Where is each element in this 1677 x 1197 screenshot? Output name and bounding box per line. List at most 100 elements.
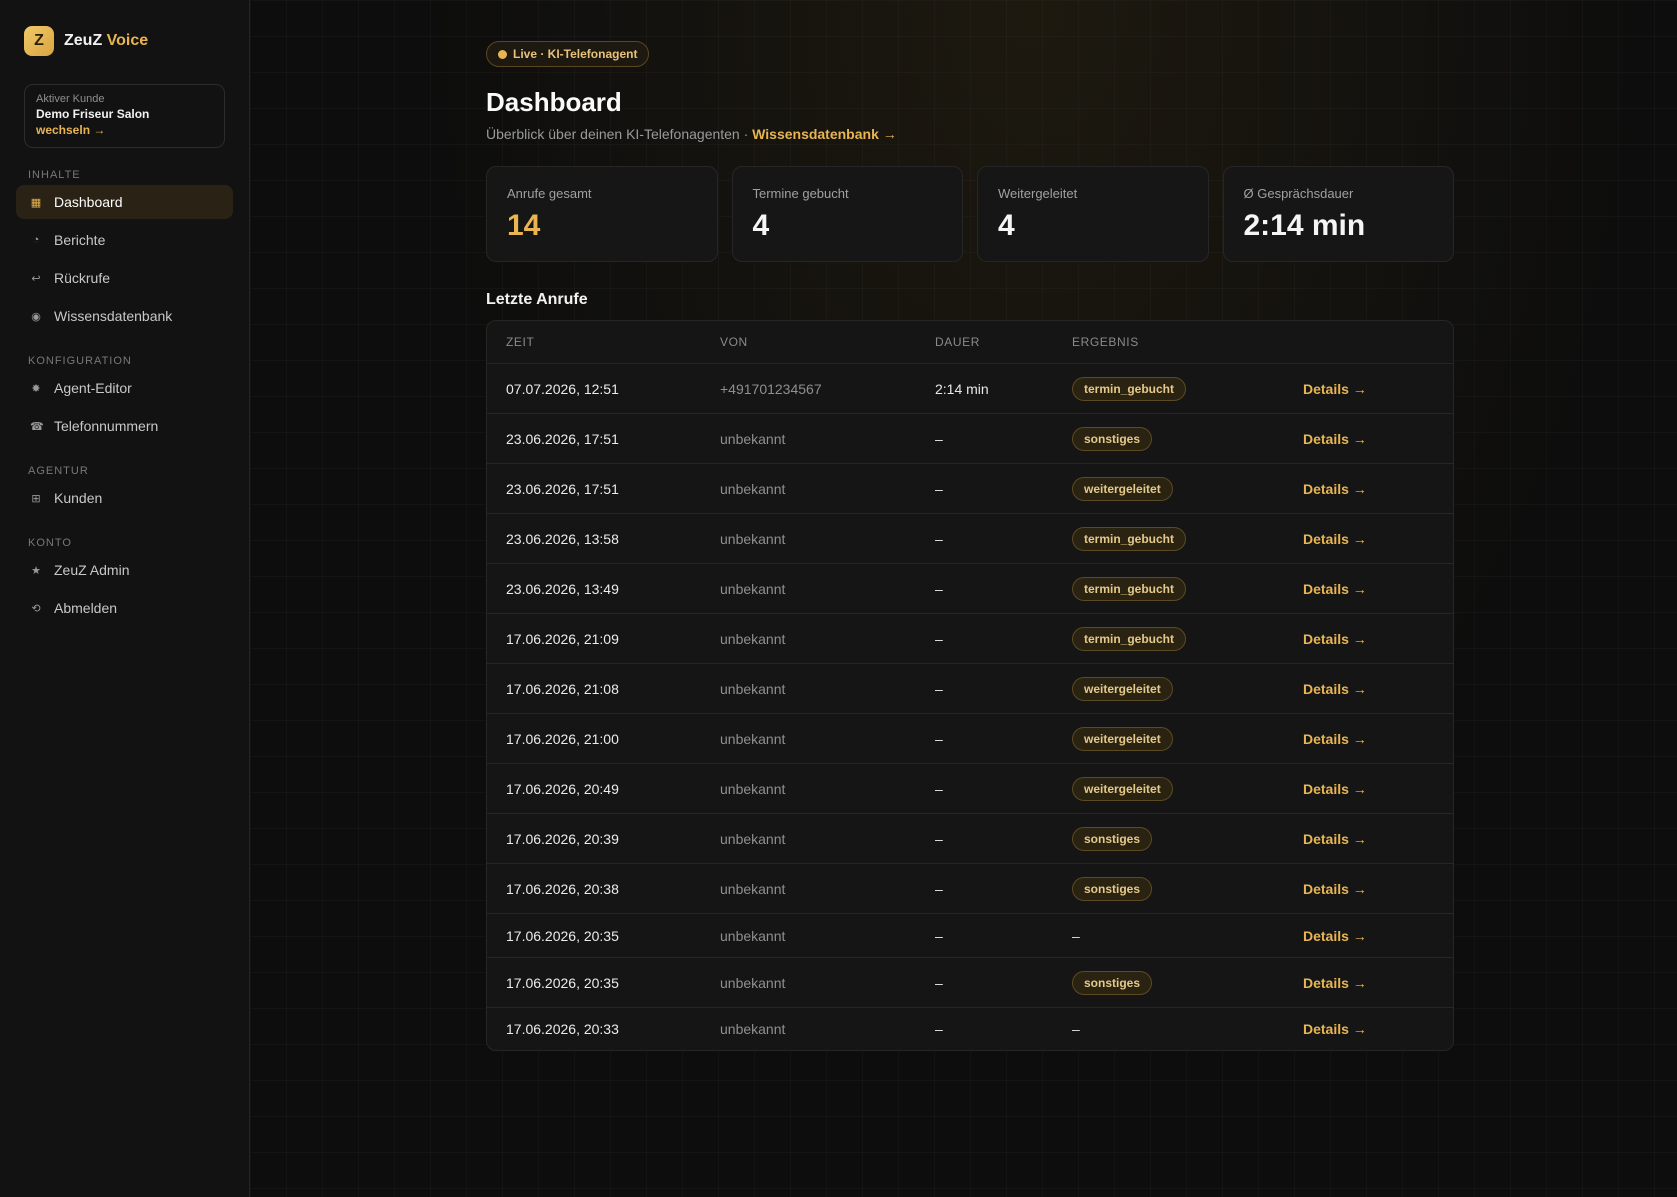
call-duration: –	[935, 581, 1072, 597]
details-link[interactable]: Details →	[1303, 481, 1367, 497]
sidebar-item-label: Abmelden	[54, 600, 117, 616]
table-row[interactable]: 17.06.2026, 20:39unbekannt–sonstiges Deta…	[487, 813, 1453, 863]
sidebar-item-label: Wissensdatenbank	[54, 308, 172, 324]
call-from: unbekannt	[720, 631, 935, 647]
table-row[interactable]: 17.06.2026, 20:35unbekannt–sonstigesDeta…	[487, 957, 1453, 1007]
stat-value: 14	[507, 209, 697, 243]
details-link[interactable]: Details →	[1303, 781, 1367, 797]
call-result-cell: weitergeleitet	[1072, 727, 1303, 751]
sidebar-item-zeuz-admin[interactable]: ★ZeuZ Admin	[16, 553, 233, 587]
call-time: 17.06.2026, 20:49	[487, 781, 720, 797]
call-result-cell: sonstiges	[1072, 971, 1303, 995]
logout-icon: ⟲	[30, 602, 42, 615]
subtitle-text: Überblick über deinen KI-Telefonagenten …	[486, 126, 748, 142]
details-link[interactable]: Details →	[1303, 631, 1367, 647]
result-empty: –	[1072, 1021, 1080, 1037]
sidebar-item-label: Dashboard	[54, 194, 123, 210]
call-time: 17.06.2026, 20:38	[487, 881, 720, 897]
stat-label: Anrufe gesamt	[507, 186, 697, 201]
call-actions-cell: Details →	[1303, 381, 1453, 397]
result-tag: weitergeleitet	[1072, 777, 1173, 801]
table-row[interactable]: 23.06.2026, 17:51unbekannt–weitergeleite…	[487, 463, 1453, 513]
table-row[interactable]: 17.06.2026, 20:38unbekannt–sonstigesDeta…	[487, 863, 1453, 913]
call-actions-cell: Details →	[1303, 431, 1453, 447]
table-row[interactable]: 17.06.2026, 20:49unbekannt–weitergeleite…	[487, 763, 1453, 813]
return-arrow-icon: ↩	[30, 272, 42, 285]
details-link[interactable]: Details →	[1303, 381, 1367, 397]
table-row[interactable]: 17.06.2026, 21:08unbekannt–weitergeleite…	[487, 663, 1453, 713]
call-time: 17.06.2026, 21:08	[487, 681, 720, 697]
column-header-duration: DAUER	[935, 335, 1072, 349]
live-badge-label: Live · KI-Telefonagent	[513, 47, 637, 61]
sidebar-item-kunden[interactable]: ⊞Kunden	[16, 481, 233, 515]
table-row[interactable]: 23.06.2026, 13:58unbekannt–termin_gebuch…	[487, 513, 1453, 563]
call-duration: –	[935, 831, 1072, 847]
call-duration: –	[935, 781, 1072, 797]
call-duration: –	[935, 1021, 1072, 1037]
call-time: 23.06.2026, 17:51	[487, 481, 720, 497]
call-from: unbekannt	[720, 975, 935, 991]
call-result-cell: weitergeleitet	[1072, 477, 1303, 501]
details-link[interactable]: Details →	[1303, 581, 1367, 597]
details-link[interactable]: Details →	[1303, 431, 1367, 447]
sidebar-item-dashboard[interactable]: ▦Dashboard	[16, 185, 233, 219]
sidebar-item-rückrufe[interactable]: ↩Rückrufe	[16, 261, 233, 295]
table-row[interactable]: 17.06.2026, 20:35unbekannt––Details →	[487, 913, 1453, 957]
nav-section-title: KONFIGURATION	[16, 355, 233, 367]
sparkle-icon: ✸	[30, 382, 42, 395]
sidebar-item-berichte[interactable]: ◔Berichte	[16, 223, 233, 257]
table-header: ZEIT VON DAUER ERGEBNIS	[487, 321, 1453, 363]
stat-value: 4	[753, 209, 943, 243]
column-header-result: ERGEBNIS	[1072, 335, 1303, 349]
brand-name-main: ZeuZ	[64, 32, 102, 49]
brand-logo: Z	[24, 26, 54, 56]
nav-section-title: KONTO	[16, 537, 233, 549]
call-actions-cell: Details →	[1303, 928, 1453, 944]
result-tag: sonstiges	[1072, 827, 1152, 851]
page-title: Dashboard	[486, 87, 1454, 118]
call-time: 17.06.2026, 20:39	[487, 831, 720, 847]
brand[interactable]: Z ZeuZ Voice	[16, 26, 233, 56]
call-actions-cell: Details →	[1303, 731, 1453, 747]
call-duration: –	[935, 731, 1072, 747]
result-tag: termin_gebucht	[1072, 577, 1186, 601]
details-link[interactable]: Details →	[1303, 531, 1367, 547]
call-actions-cell: Details →	[1303, 631, 1453, 647]
result-tag: termin_gebucht	[1072, 627, 1186, 651]
star-icon: ★	[30, 564, 42, 577]
call-result-cell: termin_gebucht	[1072, 577, 1303, 601]
sidebar-item-agent-editor[interactable]: ✸Agent-Editor	[16, 371, 233, 405]
call-duration: –	[935, 481, 1072, 497]
sidebar-item-telefonnummern[interactable]: ☎Telefonnummern	[16, 409, 233, 443]
squares-icon: ⊞	[30, 492, 42, 505]
table-row[interactable]: 17.06.2026, 21:00unbekannt–weitergeleite…	[487, 713, 1453, 763]
call-from: unbekannt	[720, 431, 935, 447]
call-result-cell: weitergeleitet	[1072, 777, 1303, 801]
table-row[interactable]: 17.06.2026, 20:33unbekannt––Details →	[487, 1007, 1453, 1050]
table-row[interactable]: 07.07.2026, 12:51+4917012345672:14 minte…	[487, 363, 1453, 413]
details-link[interactable]: Details →	[1303, 881, 1367, 897]
table-row[interactable]: 23.06.2026, 17:51unbekannt–sonstigesDeta…	[487, 413, 1453, 463]
sidebar-item-wissensdatenbank[interactable]: ◉Wissensdatenbank	[16, 299, 233, 333]
result-empty: –	[1072, 928, 1080, 944]
call-result-cell: termin_gebucht	[1072, 377, 1303, 401]
details-link[interactable]: Details →	[1303, 831, 1367, 847]
sidebar-item-abmelden[interactable]: ⟲ Abmelden	[16, 591, 233, 625]
call-from: unbekannt	[720, 831, 935, 847]
result-tag: weitergeleitet	[1072, 677, 1173, 701]
details-link[interactable]: Details →	[1303, 1021, 1367, 1037]
details-link[interactable]: Details →	[1303, 928, 1367, 944]
table-row[interactable]: 17.06.2026, 21:09unbekannt–termin_gebuch…	[487, 613, 1453, 663]
details-link[interactable]: Details →	[1303, 731, 1367, 747]
call-actions-cell: Details →	[1303, 881, 1453, 897]
sidebar: Z ZeuZ Voice Aktiver Kunde Demo Friseur …	[0, 0, 250, 1197]
call-time: 23.06.2026, 17:51	[487, 431, 720, 447]
details-link[interactable]: Details →	[1303, 681, 1367, 697]
sidebar-nav: INHALTE▦Dashboard◔Berichte↩Rückrufe◉Wiss…	[16, 169, 233, 625]
active-client-label: Aktiver Kunde	[36, 93, 213, 105]
call-result-cell: termin_gebucht	[1072, 527, 1303, 551]
knowledge-base-link[interactable]: Wissensdatenbank →	[752, 126, 897, 142]
switch-client-link[interactable]: wechseln →	[36, 123, 105, 137]
details-link[interactable]: Details →	[1303, 975, 1367, 991]
table-row[interactable]: 23.06.2026, 13:49unbekannt–termin_gebuch…	[487, 563, 1453, 613]
